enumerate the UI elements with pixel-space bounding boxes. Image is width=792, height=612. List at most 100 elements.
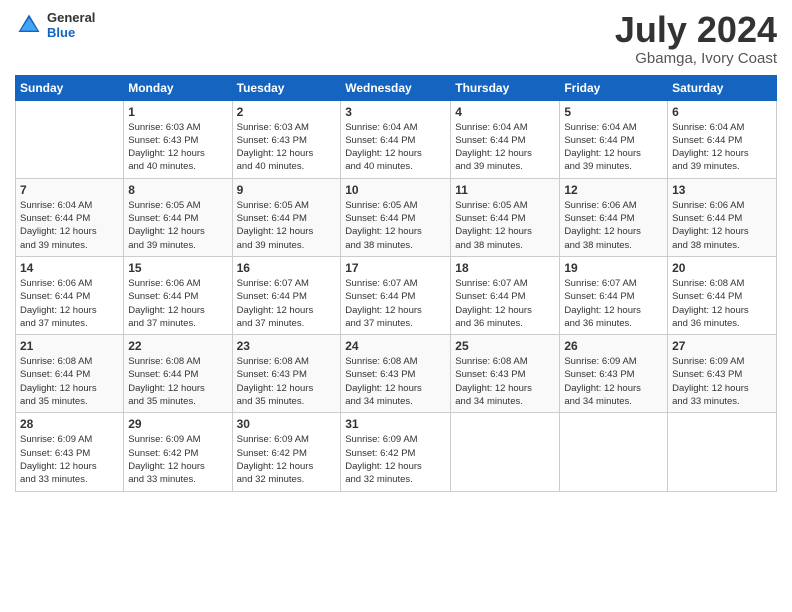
day-number: 17 bbox=[345, 261, 446, 275]
header: General Blue July 2024 Gbamga, Ivory Coa… bbox=[15, 10, 777, 67]
day-number: 21 bbox=[20, 339, 119, 353]
day-number: 25 bbox=[455, 339, 555, 353]
calendar-body: 1 Sunrise: 6:03 AM Sunset: 6:43 PM Daylig… bbox=[16, 100, 777, 491]
day-number: 16 bbox=[237, 261, 337, 275]
logo-text: General Blue bbox=[47, 10, 95, 40]
day-info: Sunrise: 6:07 AM Sunset: 6:44 PM Dayligh… bbox=[564, 277, 663, 330]
calendar-cell: 1 Sunrise: 6:03 AM Sunset: 6:43 PM Daylig… bbox=[124, 100, 232, 178]
day-number: 18 bbox=[455, 261, 555, 275]
day-info: Sunrise: 6:06 AM Sunset: 6:44 PM Dayligh… bbox=[672, 199, 772, 252]
day-info: Sunrise: 6:04 AM Sunset: 6:44 PM Dayligh… bbox=[455, 121, 555, 174]
day-info: Sunrise: 6:08 AM Sunset: 6:43 PM Dayligh… bbox=[237, 355, 337, 408]
calendar-cell: 7Sunrise: 6:04 AM Sunset: 6:44 PM Daylig… bbox=[16, 178, 124, 256]
calendar-cell: 6 Sunrise: 6:04 AM Sunset: 6:44 PM Daylig… bbox=[668, 100, 777, 178]
calendar-cell: 30 Sunrise: 6:09 AM Sunset: 6:42 PM Dayli… bbox=[232, 413, 341, 491]
day-info: Sunrise: 6:04 AM Sunset: 6:44 PM Dayligh… bbox=[564, 121, 663, 174]
day-info: Sunrise: 6:06 AM Sunset: 6:44 PM Dayligh… bbox=[20, 277, 119, 330]
day-info: Sunrise: 6:05 AM Sunset: 6:44 PM Dayligh… bbox=[128, 199, 227, 252]
calendar-cell: 10 Sunrise: 6:05 AM Sunset: 6:44 PM Dayli… bbox=[341, 178, 451, 256]
day-number: 22 bbox=[128, 339, 227, 353]
day-number: 24 bbox=[345, 339, 446, 353]
calendar-cell: 24 Sunrise: 6:08 AM Sunset: 6:43 PM Dayli… bbox=[341, 335, 451, 413]
calendar-cell: 12 Sunrise: 6:06 AM Sunset: 6:44 PM Dayli… bbox=[560, 178, 668, 256]
weekday-header-tuesday: Tuesday bbox=[232, 75, 341, 100]
weekday-header-saturday: Saturday bbox=[668, 75, 777, 100]
calendar-cell: 20Sunrise: 6:08 AM Sunset: 6:44 PM Dayli… bbox=[668, 256, 777, 334]
calendar-cell bbox=[560, 413, 668, 491]
calendar-header: SundayMondayTuesdayWednesdayThursdayFrid… bbox=[16, 75, 777, 100]
calendar-cell: 16 Sunrise: 6:07 AM Sunset: 6:44 PM Dayli… bbox=[232, 256, 341, 334]
calendar-cell: 21Sunrise: 6:08 AM Sunset: 6:44 PM Dayli… bbox=[16, 335, 124, 413]
weekday-header-row: SundayMondayTuesdayWednesdayThursdayFrid… bbox=[16, 75, 777, 100]
calendar-cell: 8Sunrise: 6:05 AM Sunset: 6:44 PM Daylig… bbox=[124, 178, 232, 256]
day-number: 6 bbox=[672, 105, 772, 119]
calendar-cell: 22 Sunrise: 6:08 AM Sunset: 6:44 PM Dayli… bbox=[124, 335, 232, 413]
calendar-cell: 29 Sunrise: 6:09 AM Sunset: 6:42 PM Dayli… bbox=[124, 413, 232, 491]
day-info: Sunrise: 6:07 AM Sunset: 6:44 PM Dayligh… bbox=[237, 277, 337, 330]
day-number: 14 bbox=[20, 261, 119, 275]
day-info: Sunrise: 6:09 AM Sunset: 6:43 PM Dayligh… bbox=[564, 355, 663, 408]
day-number: 26 bbox=[564, 339, 663, 353]
day-number: 4 bbox=[455, 105, 555, 119]
day-number: 3 bbox=[345, 105, 446, 119]
day-number: 11 bbox=[455, 183, 555, 197]
calendar-cell: 13 Sunrise: 6:06 AM Sunset: 6:44 PM Dayli… bbox=[668, 178, 777, 256]
day-number: 10 bbox=[345, 183, 446, 197]
day-number: 5 bbox=[564, 105, 663, 119]
day-number: 1 bbox=[128, 105, 227, 119]
calendar-cell bbox=[451, 413, 560, 491]
main-title: July 2024 bbox=[615, 10, 777, 50]
weekday-header-friday: Friday bbox=[560, 75, 668, 100]
day-info: Sunrise: 6:09 AM Sunset: 6:43 PM Dayligh… bbox=[672, 355, 772, 408]
day-number: 29 bbox=[128, 417, 227, 431]
day-info: Sunrise: 6:06 AM Sunset: 6:44 PM Dayligh… bbox=[564, 199, 663, 252]
calendar-cell: 19Sunrise: 6:07 AM Sunset: 6:44 PM Dayli… bbox=[560, 256, 668, 334]
calendar-cell: 18 Sunrise: 6:07 AM Sunset: 6:44 PM Dayli… bbox=[451, 256, 560, 334]
logo-icon bbox=[15, 11, 43, 39]
logo-line1: General bbox=[47, 10, 95, 25]
day-info: Sunrise: 6:05 AM Sunset: 6:44 PM Dayligh… bbox=[455, 199, 555, 252]
calendar-cell: 4 Sunrise: 6:04 AM Sunset: 6:44 PM Daylig… bbox=[451, 100, 560, 178]
day-info: Sunrise: 6:05 AM Sunset: 6:44 PM Dayligh… bbox=[345, 199, 446, 252]
day-number: 9 bbox=[237, 183, 337, 197]
calendar-cell: 15 Sunrise: 6:06 AM Sunset: 6:44 PM Dayli… bbox=[124, 256, 232, 334]
weekday-header-sunday: Sunday bbox=[16, 75, 124, 100]
calendar-cell: 25 Sunrise: 6:08 AM Sunset: 6:43 PM Dayli… bbox=[451, 335, 560, 413]
day-info: Sunrise: 6:07 AM Sunset: 6:44 PM Dayligh… bbox=[455, 277, 555, 330]
day-number: 13 bbox=[672, 183, 772, 197]
calendar-cell: 11 Sunrise: 6:05 AM Sunset: 6:44 PM Dayli… bbox=[451, 178, 560, 256]
day-info: Sunrise: 6:09 AM Sunset: 6:42 PM Dayligh… bbox=[128, 433, 227, 486]
day-info: Sunrise: 6:06 AM Sunset: 6:44 PM Dayligh… bbox=[128, 277, 227, 330]
calendar-cell: 14 Sunrise: 6:06 AM Sunset: 6:44 PM Dayli… bbox=[16, 256, 124, 334]
day-info: Sunrise: 6:09 AM Sunset: 6:43 PM Dayligh… bbox=[20, 433, 119, 486]
calendar-cell: 2Sunrise: 6:03 AM Sunset: 6:43 PM Daylig… bbox=[232, 100, 341, 178]
calendar-cell: 26 Sunrise: 6:09 AM Sunset: 6:43 PM Dayli… bbox=[560, 335, 668, 413]
calendar-week-row: 14 Sunrise: 6:06 AM Sunset: 6:44 PM Dayli… bbox=[16, 256, 777, 334]
day-info: Sunrise: 6:08 AM Sunset: 6:44 PM Dayligh… bbox=[128, 355, 227, 408]
day-info: Sunrise: 6:08 AM Sunset: 6:44 PM Dayligh… bbox=[672, 277, 772, 330]
calendar-cell bbox=[668, 413, 777, 491]
day-number: 2 bbox=[237, 105, 337, 119]
day-number: 12 bbox=[564, 183, 663, 197]
day-info: Sunrise: 6:05 AM Sunset: 6:44 PM Dayligh… bbox=[237, 199, 337, 252]
day-info: Sunrise: 6:03 AM Sunset: 6:43 PM Dayligh… bbox=[128, 121, 227, 174]
calendar-cell: 27Sunrise: 6:09 AM Sunset: 6:43 PM Dayli… bbox=[668, 335, 777, 413]
calendar-cell: 28 Sunrise: 6:09 AM Sunset: 6:43 PM Dayli… bbox=[16, 413, 124, 491]
day-number: 15 bbox=[128, 261, 227, 275]
calendar-week-row: 7Sunrise: 6:04 AM Sunset: 6:44 PM Daylig… bbox=[16, 178, 777, 256]
day-number: 28 bbox=[20, 417, 119, 431]
logo: General Blue bbox=[15, 10, 95, 40]
day-info: Sunrise: 6:04 AM Sunset: 6:44 PM Dayligh… bbox=[345, 121, 446, 174]
day-number: 30 bbox=[237, 417, 337, 431]
day-info: Sunrise: 6:09 AM Sunset: 6:42 PM Dayligh… bbox=[237, 433, 337, 486]
weekday-header-monday: Monday bbox=[124, 75, 232, 100]
day-number: 7 bbox=[20, 183, 119, 197]
calendar-cell: 3 Sunrise: 6:04 AM Sunset: 6:44 PM Daylig… bbox=[341, 100, 451, 178]
day-info: Sunrise: 6:08 AM Sunset: 6:43 PM Dayligh… bbox=[455, 355, 555, 408]
logo-line2: Blue bbox=[47, 25, 95, 40]
day-info: Sunrise: 6:04 AM Sunset: 6:44 PM Dayligh… bbox=[672, 121, 772, 174]
calendar-cell: 31Sunrise: 6:09 AM Sunset: 6:42 PM Dayli… bbox=[341, 413, 451, 491]
day-info: Sunrise: 6:08 AM Sunset: 6:43 PM Dayligh… bbox=[345, 355, 446, 408]
calendar-cell: 5 Sunrise: 6:04 AM Sunset: 6:44 PM Daylig… bbox=[560, 100, 668, 178]
day-info: Sunrise: 6:07 AM Sunset: 6:44 PM Dayligh… bbox=[345, 277, 446, 330]
